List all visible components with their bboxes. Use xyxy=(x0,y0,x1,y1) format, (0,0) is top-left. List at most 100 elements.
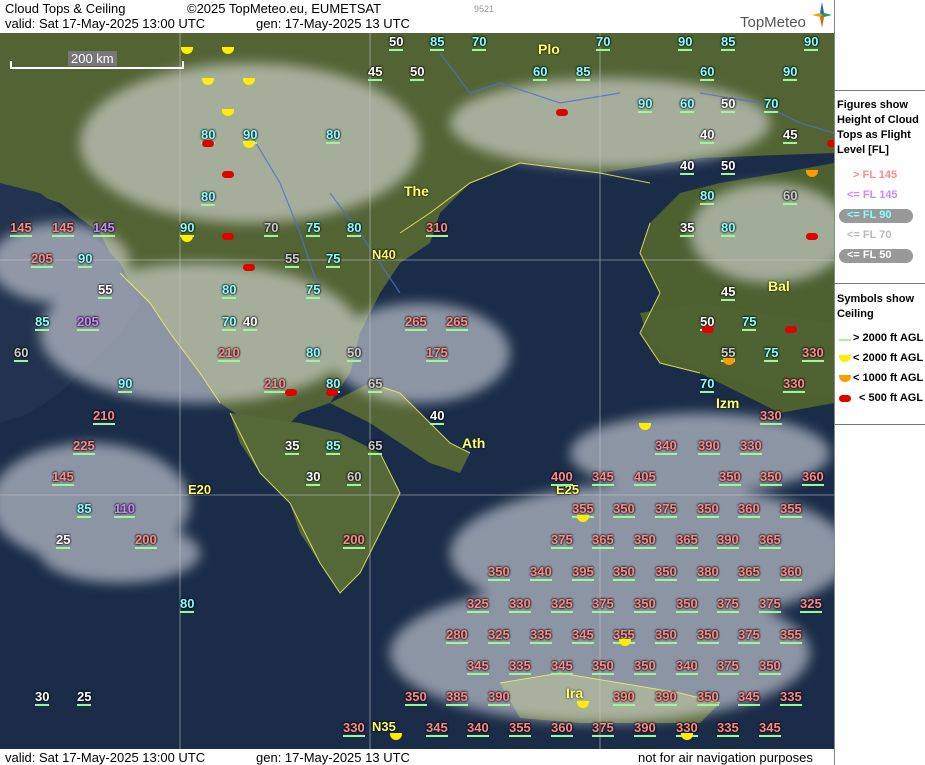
fl-label: 325 xyxy=(467,596,489,613)
legend-symbols-section: Symbols show Ceiling xyxy=(835,292,925,322)
fl-label: 110 xyxy=(114,501,135,518)
fl-label: 350 xyxy=(655,627,677,644)
fl-label: 50 xyxy=(721,96,736,113)
ceiling-below-500ft-symbol xyxy=(785,326,797,333)
header: Cloud Tops & Ceiling ©2025 TopMeteo.eu, … xyxy=(0,0,834,33)
legend-symbol-below-500: < 500 ft AGL xyxy=(859,392,924,404)
fl-label: 40 xyxy=(680,158,695,175)
fl-label: 265 xyxy=(405,314,427,331)
fl-label: 355 xyxy=(780,501,802,518)
city-iraklion: Ira xyxy=(566,685,584,701)
fl-label: 330 xyxy=(343,720,365,737)
grid-label-e20: E20 xyxy=(188,482,212,497)
fl-label: 325 xyxy=(488,627,510,644)
legend-fl-90: <= FL 90 xyxy=(847,209,892,221)
fl-label: 145 xyxy=(93,220,115,237)
legend-fl-above-145: > FL 145 xyxy=(853,169,898,181)
fl-label: 145 xyxy=(52,469,74,486)
footer: valid: Sat 17-May-2025 13:00 UTC gen: 17… xyxy=(0,749,834,765)
fl-label: 365 xyxy=(738,564,760,581)
fl-label: 40 xyxy=(700,127,715,144)
ceiling-above-2000ft-line-icon xyxy=(839,339,851,341)
city-athens: Ath xyxy=(462,435,486,451)
fl-label: 25 xyxy=(77,689,92,706)
ceiling-below-500ft-symbol xyxy=(222,171,234,178)
fl-label: 385 xyxy=(446,689,468,706)
fl-label: 90 xyxy=(638,96,653,113)
fl-label: 70 xyxy=(264,220,279,237)
fl-label: 330 xyxy=(783,376,805,393)
fl-label: 40 xyxy=(430,408,445,425)
fl-label: 335 xyxy=(717,720,739,737)
fl-label: 70 xyxy=(222,314,237,331)
fl-label: 85 xyxy=(35,314,50,331)
fl-label: 350 xyxy=(634,658,656,675)
footer-generation-time: gen: 17-May-2025 13 UTC xyxy=(256,750,410,765)
fl-label: 75 xyxy=(764,345,779,362)
fl-label: 340 xyxy=(530,564,552,581)
fl-label: 390 xyxy=(717,532,739,549)
fl-label: 60 xyxy=(680,96,695,113)
fl-label: 80 xyxy=(222,282,237,299)
fl-label: 380 xyxy=(697,564,719,581)
fl-label: 45 xyxy=(783,127,798,144)
image-code: 9521 xyxy=(474,4,495,14)
fl-label: 85 xyxy=(430,34,445,51)
fl-label: 340 xyxy=(676,658,698,675)
legend-divider xyxy=(835,424,925,425)
satellite-map[interactable]: 200 km N40 E20 E25 N35 Plo The Ath Izm B… xyxy=(0,33,834,749)
fl-label: 350 xyxy=(697,627,719,644)
fl-label: 360 xyxy=(802,469,824,486)
fl-label: 345 xyxy=(551,658,573,675)
fl-label: 390 xyxy=(488,689,510,706)
fl-label: 70 xyxy=(596,34,611,51)
legend-divider xyxy=(835,90,925,91)
fl-label: 75 xyxy=(306,220,321,237)
fl-label: 325 xyxy=(800,596,822,613)
fl-label: 350 xyxy=(760,469,782,486)
fl-label: 345 xyxy=(572,627,594,644)
fl-label: 60 xyxy=(783,188,798,205)
fl-label: 210 xyxy=(218,345,240,362)
city-plovdiv: Plo xyxy=(538,41,560,57)
fl-label: 390 xyxy=(655,689,677,706)
fl-label: 75 xyxy=(326,251,341,268)
fl-label: 335 xyxy=(780,689,802,706)
fl-label: 35 xyxy=(680,220,695,237)
ceiling-below-2000ft-legend-icon xyxy=(839,355,851,362)
fl-label: 350 xyxy=(719,469,741,486)
fl-label: 80 xyxy=(326,127,341,144)
ceiling-below-500ft-symbol xyxy=(202,140,214,147)
city-balikesir: Bal xyxy=(768,278,790,294)
fl-label: 210 xyxy=(264,376,286,393)
fl-label: 350 xyxy=(634,596,656,613)
fl-label: 80 xyxy=(347,220,362,237)
fl-label: 330 xyxy=(509,596,531,613)
fl-label: 80 xyxy=(721,220,736,237)
fl-label: 45 xyxy=(368,64,383,81)
fl-label: 50 xyxy=(347,345,362,362)
footer-valid-time: valid: Sat 17-May-2025 13:00 UTC xyxy=(5,750,206,765)
fl-label: 70 xyxy=(700,376,715,393)
fl-label: 350 xyxy=(613,564,635,581)
legend-divider xyxy=(835,283,925,284)
fl-label: 330 xyxy=(760,408,782,425)
fl-label: 90 xyxy=(804,34,819,51)
legend-symbol-below-2000: < 2000 ft AGL xyxy=(853,352,924,364)
fl-label: 350 xyxy=(488,564,510,581)
fl-label: 85 xyxy=(326,438,341,455)
ceiling-below-500ft-symbol xyxy=(556,109,568,116)
generation-time: gen: 17-May-2025 13 UTC xyxy=(256,16,410,31)
fl-label: 360 xyxy=(780,564,802,581)
fl-label: 330 xyxy=(740,438,762,455)
fl-label: 90 xyxy=(78,251,93,268)
fl-label: 345 xyxy=(592,469,614,486)
fl-label: 390 xyxy=(634,720,656,737)
fl-label: 345 xyxy=(759,720,781,737)
fl-label: 375 xyxy=(738,627,760,644)
brand-logo: TopMeteo xyxy=(740,14,806,31)
fl-label: 65 xyxy=(368,376,383,393)
ceiling-below-1000ft-legend-icon xyxy=(839,375,851,382)
grid-label-n40: N40 xyxy=(372,247,396,262)
legend-figures-title: Figures show Height of Cloud Tops as Fli… xyxy=(837,99,919,156)
